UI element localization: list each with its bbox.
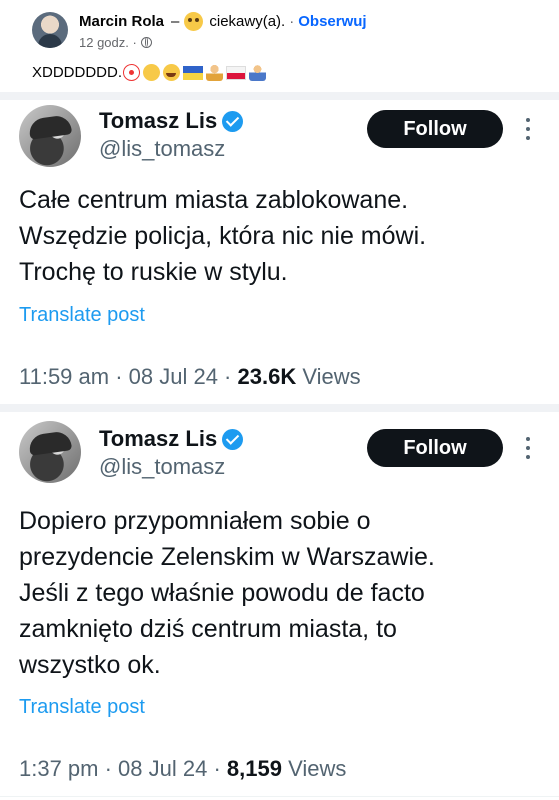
emoji-group: [123, 64, 266, 81]
tweet-card: Tomasz Lis @lis_tomasz Follow Dopiero pr…: [0, 412, 559, 796]
views-label: Views: [281, 756, 347, 781]
tweet-meta: 11:59 am · 08 Jul 24 · 23.6K Views: [19, 364, 361, 390]
views-count: 23.6K: [237, 364, 297, 389]
globe-icon: [140, 37, 152, 48]
person-icon: [206, 64, 223, 81]
follow-link[interactable]: Obserwuj: [298, 13, 366, 30]
views-label: Views: [296, 364, 361, 389]
tweet-card: Tomasz Lis @lis_tomasz Follow Całe centr…: [0, 100, 559, 400]
tweet-author-name: Tomasz Lis: [99, 426, 218, 451]
views-count: 8,159: [226, 756, 282, 781]
divider: [0, 92, 559, 100]
author-name[interactable]: Marcin Rola: [79, 13, 164, 30]
more-options-icon[interactable]: [524, 437, 532, 459]
dash: –: [171, 13, 180, 30]
translate-post-link[interactable]: Translate post: [19, 696, 145, 719]
rofl-face-icon: [163, 64, 180, 81]
person-shrugging-icon: [249, 64, 266, 81]
feeling-text: ciekawy(a).: [209, 13, 286, 30]
tweet-author-name: Tomasz Lis: [99, 108, 218, 133]
tweet-meta: 1:37 pm · 08 Jul 24 · 8,159 Views: [19, 756, 346, 782]
tweet-avatar[interactable]: [19, 421, 81, 483]
author-avatar[interactable]: [32, 12, 68, 48]
author-line: Marcin Rola – ciekawy(a). · Obserwuj: [79, 12, 367, 31]
translate-post-link[interactable]: Translate post: [19, 304, 145, 327]
tweet-timestamp[interactable]: 1:37 pm · 08 Jul 24 ·: [19, 756, 227, 781]
more-options-icon[interactable]: [524, 118, 532, 140]
post-time[interactable]: 12 godz. ·: [79, 35, 137, 50]
clown-face-icon: [123, 64, 140, 81]
tweet-text: Dopiero przypomniałem sobie o prezydenci…: [19, 507, 435, 679]
tweet-handle[interactable]: @lis_tomasz: [99, 454, 225, 480]
tweet-avatar[interactable]: [19, 105, 81, 167]
ukraine-flag-icon: [183, 66, 203, 80]
verified-badge-icon: [222, 428, 244, 450]
tweet-timestamp[interactable]: 11:59 am · 08 Jul 24 ·: [19, 364, 238, 389]
tweet-handle[interactable]: @lis_tomasz: [99, 136, 225, 162]
shushing-face-icon: [143, 64, 160, 81]
facebook-post-header: Marcin Rola – ciekawy(a). · Obserwuj 12 …: [0, 0, 559, 92]
follow-button[interactable]: Follow: [367, 429, 503, 467]
tweet-author[interactable]: Tomasz Lis: [99, 426, 244, 452]
tweet-author[interactable]: Tomasz Lis: [99, 108, 244, 134]
post-text-content: XDDDDDDD.: [32, 64, 122, 81]
tweet-text: Całe centrum miasta zablokowane. Wszędzi…: [19, 186, 427, 286]
follow-button[interactable]: Follow: [367, 110, 503, 148]
post-text: XDDDDDDD.: [32, 64, 266, 81]
poland-flag-icon: [226, 66, 246, 80]
separator-dot: ·: [289, 13, 295, 30]
feeling-emoji-icon: [184, 12, 204, 31]
verified-badge-icon: [222, 110, 244, 132]
divider: [0, 796, 559, 797]
divider: [0, 404, 559, 412]
post-meta: 12 godz. ·: [79, 35, 152, 50]
